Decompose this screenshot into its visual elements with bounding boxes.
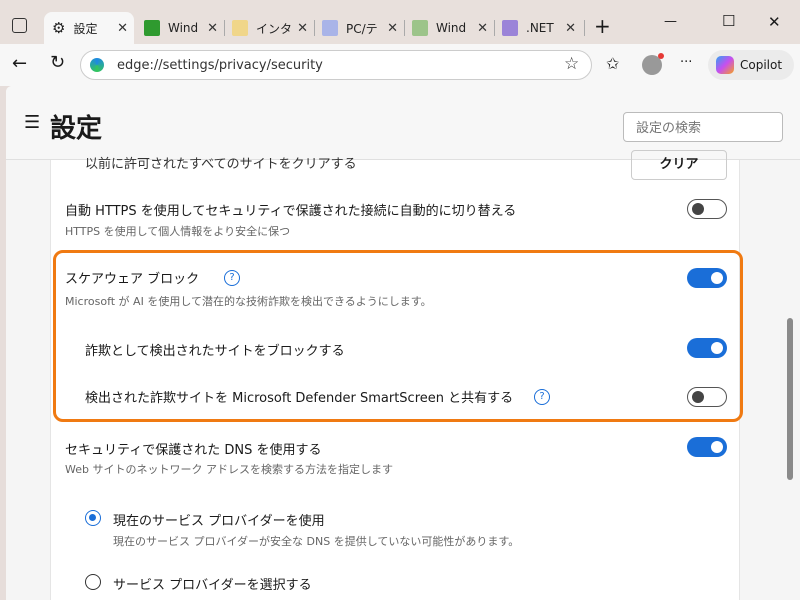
- secure-dns-desc: Web サイトのネットワーク アドレスを検索する方法を指定します: [65, 461, 393, 477]
- maximize-button[interactable]: ☐: [722, 12, 735, 30]
- block-scam-label: 詐欺として検出されたサイトをブロックする: [85, 340, 345, 359]
- close-tab-icon[interactable]: ✕: [297, 21, 308, 36]
- tab-internet[interactable]: インタ✕: [224, 12, 314, 44]
- favicon-icon: [144, 20, 160, 36]
- help-icon[interactable]: ?: [534, 389, 550, 405]
- dns-current-radio[interactable]: [85, 510, 101, 526]
- tab-windows-2[interactable]: Wind✕: [404, 12, 494, 44]
- edge-icon: [90, 58, 104, 72]
- secure-dns-label: セキュリティで保護された DNS を使用する: [65, 439, 321, 458]
- new-tab-button[interactable]: +: [594, 14, 611, 38]
- favicon-icon: [412, 20, 428, 36]
- secure-dns-toggle[interactable]: [687, 437, 727, 457]
- close-window-button[interactable]: ✕: [768, 13, 781, 31]
- minimize-button[interactable]: —: [664, 14, 677, 29]
- close-tab-icon[interactable]: ✕: [565, 21, 576, 36]
- dns-current-label: 現在のサービス プロバイダーを使用: [113, 510, 325, 529]
- close-tab-icon[interactable]: ✕: [207, 21, 218, 36]
- close-tab-icon[interactable]: ✕: [117, 21, 128, 36]
- settings-header: ☰ 設定: [6, 86, 800, 160]
- share-smartscreen-toggle[interactable]: [687, 387, 727, 407]
- settings-page: ☰ 設定 以前に許可されたすべてのサイトをクリアする クリア 自動 HTTPS …: [6, 86, 800, 600]
- dns-current-desc: 現在のサービス プロバイダーが安全な DNS を提供していない可能性があります。: [113, 533, 519, 549]
- notification-dot: [658, 53, 664, 59]
- favicon-icon: [232, 20, 248, 36]
- copilot-button[interactable]: Copilot: [708, 50, 794, 80]
- share-smartscreen-label: 検出された詐欺サイトを Microsoft Defender SmartScre…: [85, 387, 513, 406]
- settings-search-input[interactable]: [623, 112, 783, 142]
- scrollbar-thumb[interactable]: [787, 318, 793, 480]
- address-bar[interactable]: edge://settings/privacy/security: [80, 50, 592, 80]
- favicon-icon: [502, 20, 518, 36]
- auto-https-desc: HTTPS を使用して個人情報をより安全に保つ: [65, 223, 290, 239]
- block-scam-toggle[interactable]: [687, 338, 727, 358]
- page-title: 設定: [50, 108, 102, 145]
- auto-https-label: 自動 HTTPS を使用してセキュリティで保護された接続に自動的に切り替える: [65, 200, 516, 219]
- auto-https-toggle[interactable]: [687, 199, 727, 219]
- clear-sites-label: 以前に許可されたすべてのサイトをクリアする: [85, 153, 357, 172]
- tab-windows-1[interactable]: Wind✕: [136, 12, 224, 44]
- help-icon[interactable]: ?: [224, 270, 240, 286]
- sidebar-toggle-icon[interactable]: [12, 18, 27, 33]
- dns-choose-label: サービス プロバイダーを選択する: [113, 574, 312, 593]
- close-tab-icon[interactable]: ✕: [477, 21, 488, 36]
- close-tab-icon[interactable]: ✕: [387, 21, 398, 36]
- tab-settings[interactable]: ⚙ 設定✕: [44, 12, 134, 44]
- scareware-label: スケアウェア ブロック: [65, 268, 199, 287]
- more-button[interactable]: ···: [680, 55, 692, 70]
- tab-pc[interactable]: PC/テ✕: [314, 12, 404, 44]
- dns-choose-radio[interactable]: [85, 574, 101, 590]
- scareware-desc: Microsoft が AI を使用して潜在的な技術詐欺を検出できるようにします…: [65, 293, 432, 309]
- back-icon[interactable]: ←: [12, 53, 27, 74]
- tab-dotnet[interactable]: .NET✕: [494, 12, 582, 44]
- copilot-icon: [716, 56, 734, 74]
- menu-icon[interactable]: ☰: [24, 112, 40, 133]
- gear-icon: ⚙: [52, 19, 65, 37]
- favorite-star-icon[interactable]: ☆: [564, 54, 579, 74]
- refresh-icon[interactable]: ↻: [50, 52, 65, 73]
- scareware-toggle[interactable]: [687, 268, 727, 288]
- clear-button[interactable]: クリア: [631, 150, 727, 180]
- favicon-icon: [322, 20, 338, 36]
- favorites-icon[interactable]: ✩: [606, 54, 619, 73]
- settings-card: 以前に許可されたすべてのサイトをクリアする クリア 自動 HTTPS を使用して…: [50, 160, 740, 600]
